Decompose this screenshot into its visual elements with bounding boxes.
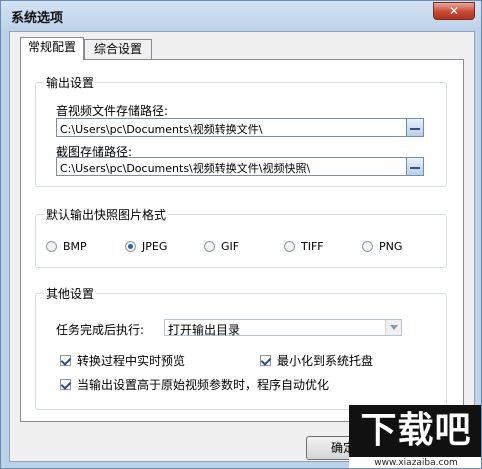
window-title: 系统选项: [11, 11, 64, 26]
radio-png-label: PNG: [379, 240, 403, 253]
tab-advanced[interactable]: 综合设置: [84, 39, 152, 60]
browse-icon: [410, 128, 420, 130]
after-task-label: 任务完成后执行:: [56, 323, 145, 337]
radio-bmp-label: BMP: [63, 240, 87, 253]
radio-circle: [284, 241, 295, 252]
tab-general-label: 常规配置: [27, 40, 76, 54]
after-task-value: 打开输出目录: [168, 323, 241, 337]
output-settings-group: 输出设置 音视频文件存储路径: C:\Users\pc\Documents\视频…: [35, 74, 447, 187]
tab-general[interactable]: 常规配置: [20, 37, 84, 60]
tab-panel-general: 输出设置 音视频文件存储路径: C:\Users\pc\Documents\视频…: [20, 59, 464, 422]
video-path-field[interactable]: C:\Users\pc\Documents\视频转换文件\: [56, 118, 424, 137]
radio-gif-label: GIF: [221, 240, 240, 253]
snapshot-format-group: 默认输出快照图片格式 BMP JPEG GIF TIFF PNG: [35, 206, 447, 268]
minimize-to-tray-label: 最小化到系统托盘: [277, 354, 374, 368]
radio-bmp[interactable]: BMP: [46, 240, 87, 253]
checkbox-box: [60, 355, 71, 366]
title-bar[interactable]: 系统选项 ✕: [1, 1, 481, 31]
radio-circle: [362, 241, 373, 252]
realtime-preview-checkbox[interactable]: 转换过程中实时预览: [60, 352, 185, 369]
output-settings-title: 输出设置: [44, 74, 97, 91]
radio-tiff-label: TIFF: [301, 240, 324, 253]
radio-circle-selected: [125, 241, 136, 252]
minimize-to-tray-checkbox[interactable]: 最小化到系统托盘: [260, 352, 373, 369]
checkbox-box: [60, 379, 71, 390]
radio-gif[interactable]: GIF: [204, 240, 239, 253]
auto-optimize-checkbox[interactable]: 当输出设置高于原始视频参数时，程序自动优化: [60, 376, 329, 393]
radio-jpeg[interactable]: JPEG: [125, 240, 167, 253]
after-task-dropdown[interactable]: 打开输出目录: [164, 319, 402, 337]
options-window: 系统选项 ✕ 常规配置 综合设置 输出设置 音视频文件存储路径: C:\User…: [0, 0, 482, 469]
radio-jpeg-label: JPEG: [142, 240, 168, 253]
snapshot-path-value: C:\Users\pc\Documents\视频转换文件\视频快照\: [60, 162, 311, 175]
video-path-browse-button[interactable]: [406, 118, 424, 137]
close-button[interactable]: ✕: [433, 2, 475, 20]
realtime-preview-label: 转换过程中实时预览: [77, 354, 186, 368]
watermark-url: www.xiazaiba.com: [349, 457, 481, 468]
auto-optimize-label: 当输出设置高于原始视频参数时，程序自动优化: [77, 378, 330, 392]
checkbox-box: [260, 355, 271, 366]
radio-circle: [46, 241, 57, 252]
close-icon: ✕: [448, 4, 460, 18]
snapshot-path-field[interactable]: C:\Users\pc\Documents\视频转换文件\视频快照\: [56, 157, 424, 176]
watermark-logo: 下载吧: [349, 405, 481, 457]
other-settings-title: 其他设置: [44, 285, 97, 302]
tab-advanced-label: 综合设置: [93, 42, 142, 56]
snapshot-format-title: 默认输出快照图片格式: [44, 206, 169, 223]
chevron-down-icon[interactable]: [385, 320, 401, 335]
other-settings-group: 其他设置 任务完成后执行: 打开输出目录 转换过程中实时预览 最小化到系统托盘 …: [35, 285, 447, 410]
snapshot-path-browse-button[interactable]: [406, 157, 424, 176]
radio-circle: [204, 241, 215, 252]
browse-icon: [410, 167, 420, 169]
video-path-label: 音视频文件存储路径:: [56, 104, 169, 118]
video-path-value: C:\Users\pc\Documents\视频转换文件\: [60, 123, 263, 136]
radio-png[interactable]: PNG: [362, 240, 402, 253]
watermark: 下载吧 www.xiazaiba.com: [349, 405, 481, 468]
radio-tiff[interactable]: TIFF: [284, 240, 324, 253]
